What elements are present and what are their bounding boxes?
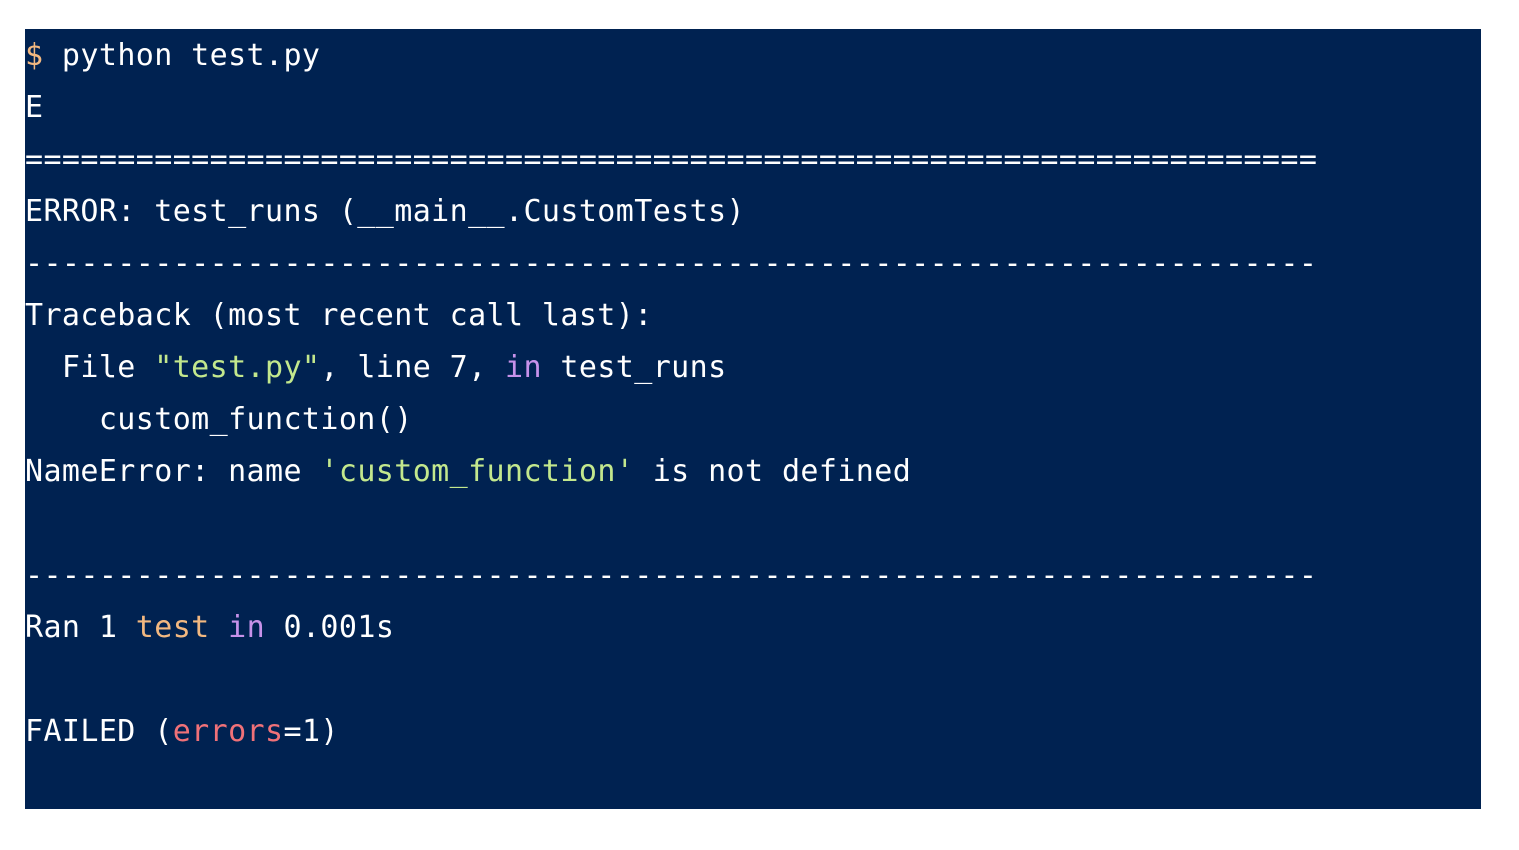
command-line: $ python test.py	[25, 37, 1481, 89]
failed-errors-param: errors	[172, 714, 284, 749]
error-suffix: is not defined	[634, 454, 912, 489]
ran-duration: 0.001s	[265, 610, 395, 645]
command-text: python test.py	[43, 38, 321, 73]
shell-prompt: $	[25, 38, 44, 73]
file-prefix: File	[25, 350, 155, 385]
traceback-code-line: custom_function()	[25, 402, 413, 437]
traceback-header-line: Traceback (most recent call last):	[25, 298, 653, 333]
file-name: "test.py"	[154, 350, 321, 385]
separator-dash: ----------------------------------------…	[25, 246, 1318, 281]
error-header-line: ERROR: test_runs (__main__.CustomTests)	[25, 194, 745, 229]
error-prefix: NameError: name	[25, 454, 321, 489]
file-line-info: , line 7,	[320, 350, 506, 385]
failed-suffix: =1)	[283, 714, 339, 749]
test-status-line: E	[25, 90, 44, 125]
failed-prefix: FAILED (	[25, 714, 173, 749]
separator-dash: ----------------------------------------…	[25, 558, 1318, 593]
ran-prefix: Ran 1	[25, 610, 136, 645]
ran-test-word: test	[135, 610, 210, 645]
failed-summary-line: FAILED (errors=1)	[25, 713, 1481, 765]
file-in-keyword: in	[505, 350, 542, 385]
terminal-output: $ python test.py E =====================…	[25, 29, 1481, 809]
name-error-line: NameError: name 'custom_function' is not…	[25, 453, 1481, 505]
error-name-string: 'custom_function'	[320, 454, 635, 489]
file-function: test_runs	[541, 350, 727, 385]
ran-space	[210, 610, 228, 645]
separator-equals: ========================================…	[25, 142, 1318, 177]
traceback-file-line: File "test.py", line 7, in test_runs	[25, 349, 1481, 401]
ran-summary-line: Ran 1 test in 0.001s	[25, 609, 1481, 661]
ran-in-keyword: in	[228, 610, 266, 645]
